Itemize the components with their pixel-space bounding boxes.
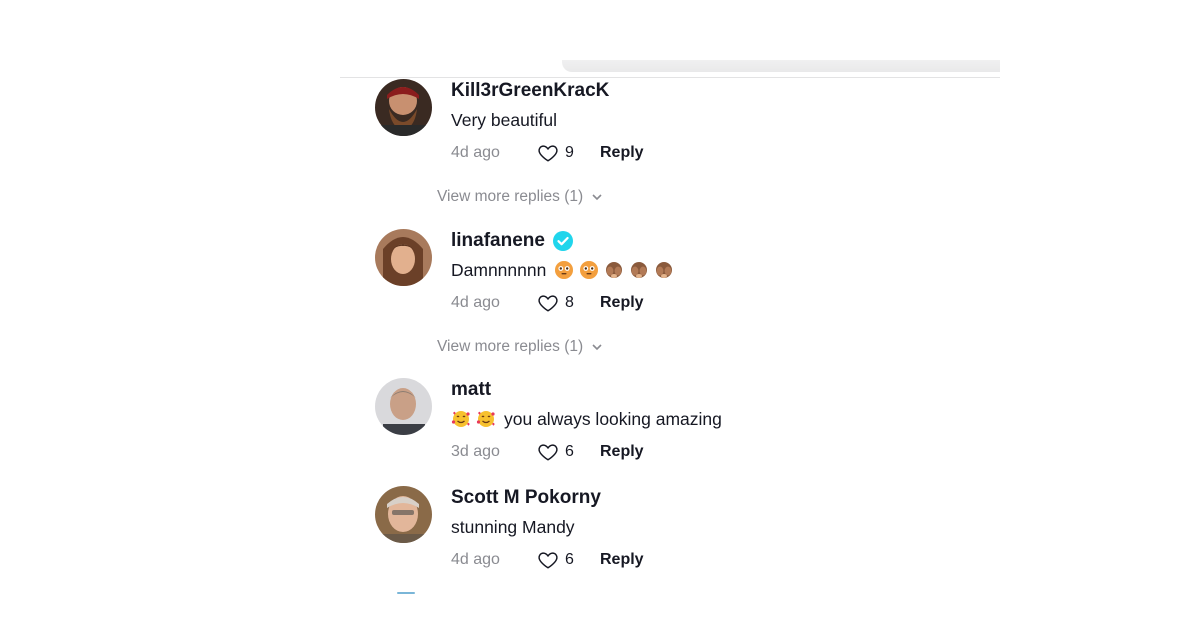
avatar[interactable] xyxy=(375,378,432,435)
avatar[interactable] xyxy=(375,79,432,136)
heart-outline-icon xyxy=(538,145,558,162)
username-text: linafanene xyxy=(451,230,545,251)
like-button[interactable]: 6 xyxy=(537,549,600,571)
flushed-face-emoji xyxy=(554,260,574,280)
like-button[interactable]: 9 xyxy=(537,142,600,164)
top-bar-shadow xyxy=(562,60,1000,72)
avatar[interactable] xyxy=(375,229,432,286)
comment-time: 4d ago xyxy=(451,294,500,311)
see-no-evil-emoji xyxy=(654,260,674,280)
see-no-evil-emoji xyxy=(604,260,624,280)
comment-time: 3d ago xyxy=(451,443,500,460)
comment-text-content: Damnnnnnn xyxy=(451,260,547,280)
see-no-evil-emoji xyxy=(629,260,649,280)
like-button[interactable]: 6 xyxy=(537,441,600,463)
view-more-replies[interactable]: View more replies (1) xyxy=(437,338,603,356)
chevron-down-icon xyxy=(592,194,602,201)
flushed-face-emoji xyxy=(579,260,599,280)
comment-text: Very beautiful xyxy=(451,108,644,132)
smiling-face-with-hearts-emoji xyxy=(451,409,471,429)
chevron-down-icon xyxy=(592,344,602,351)
username[interactable]: Scott M Pokorny xyxy=(451,486,644,510)
reply-button[interactable]: Reply xyxy=(600,144,644,162)
comment-text-content: Very beautiful xyxy=(451,110,558,130)
comment-text: Damnnnnnn xyxy=(451,258,679,282)
like-count: 8 xyxy=(565,294,574,311)
username[interactable]: Kill3rGreenKracK xyxy=(451,79,644,103)
verified-check-icon xyxy=(552,231,573,251)
reply-button[interactable]: Reply xyxy=(600,443,644,461)
comment-text: stunning Mandy xyxy=(451,515,644,539)
reply-button[interactable]: Reply xyxy=(600,551,644,569)
comment-text-content: you always looking amazing xyxy=(504,409,722,429)
reply-button[interactable]: Reply xyxy=(600,294,644,312)
smiling-face-with-hearts-emoji xyxy=(476,409,496,429)
username[interactable]: linafanene xyxy=(451,229,679,253)
like-count: 9 xyxy=(565,144,574,161)
comment-time: 4d ago xyxy=(451,551,500,568)
heart-outline-icon xyxy=(538,552,558,569)
comment-text-content: stunning Mandy xyxy=(451,517,575,537)
view-more-label: View more replies (1) xyxy=(437,338,584,355)
divider xyxy=(340,77,1000,78)
view-more-replies[interactable]: View more replies (1) xyxy=(437,188,603,206)
view-more-label: View more replies (1) xyxy=(437,188,584,205)
heart-outline-icon xyxy=(538,295,558,312)
comment-time: 4d ago xyxy=(451,144,500,161)
like-count: 6 xyxy=(565,551,574,568)
like-button[interactable]: 8 xyxy=(537,292,600,314)
heart-outline-icon xyxy=(538,444,558,461)
comment-text: you always looking amazing xyxy=(451,407,722,431)
username[interactable]: matt xyxy=(451,378,722,402)
next-avatar-edge xyxy=(397,592,415,594)
like-count: 6 xyxy=(565,443,574,460)
avatar[interactable] xyxy=(375,486,432,543)
